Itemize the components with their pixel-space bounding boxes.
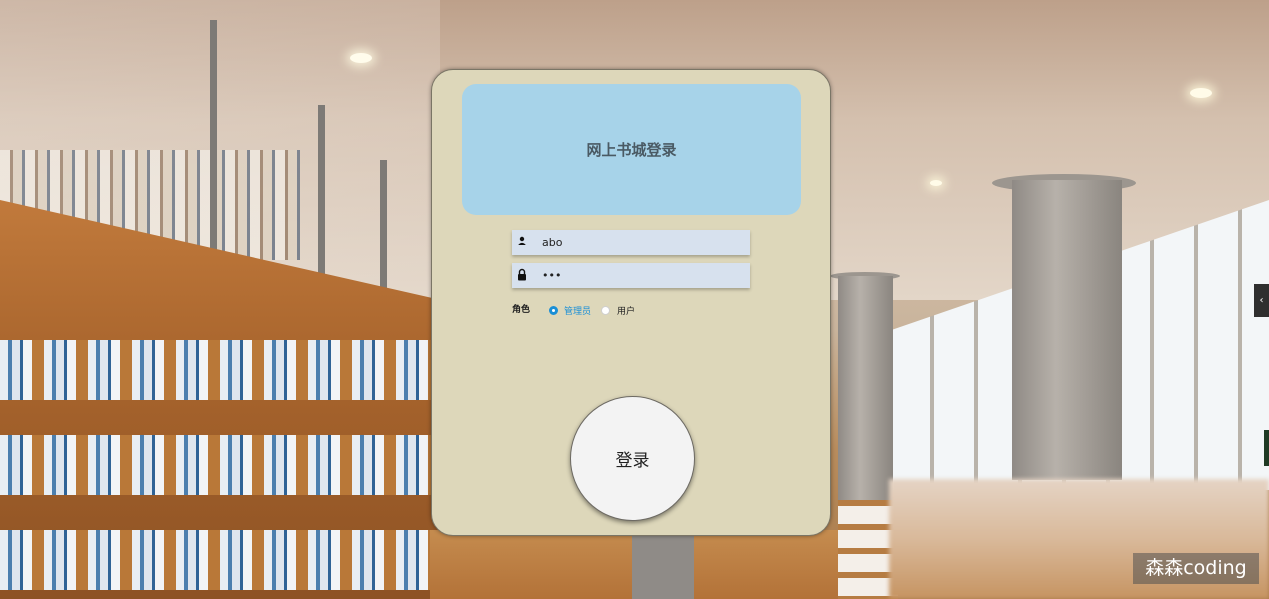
page-title: 网上书城登录 [586,141,677,159]
rail-post [210,20,217,250]
page: ‹ 网上书城登录 角色 [0,0,1269,599]
password-input[interactable] [542,263,742,288]
role-user-label[interactable]: 用户 [617,304,635,317]
username-input[interactable] [542,230,742,255]
rail-post [318,105,325,295]
background-floor-stripe [632,530,694,599]
login-button[interactable]: 登录 [570,396,695,521]
role-selector: 角色 管理员 用户 [512,302,752,322]
ceiling-light [930,180,942,186]
role-user-radio[interactable] [601,306,610,315]
side-indicator [1264,430,1269,466]
background-pillar [838,276,893,506]
username-field[interactable] [512,230,750,255]
role-admin-radio[interactable] [549,306,558,315]
lock-icon [516,267,528,283]
password-field[interactable] [512,263,750,288]
background-pillar [1012,180,1122,480]
user-icon [516,234,528,250]
ceiling-light [1190,88,1212,98]
sidebar-toggle-button[interactable]: ‹ [1254,284,1269,317]
watermark: 森森coding [1133,553,1259,584]
login-panel: 网上书城登录 角色 管理员 [431,69,831,536]
role-label: 角色 [512,305,531,315]
login-header: 网上书城登录 [462,84,801,215]
role-admin-label[interactable]: 管理员 [564,304,591,317]
